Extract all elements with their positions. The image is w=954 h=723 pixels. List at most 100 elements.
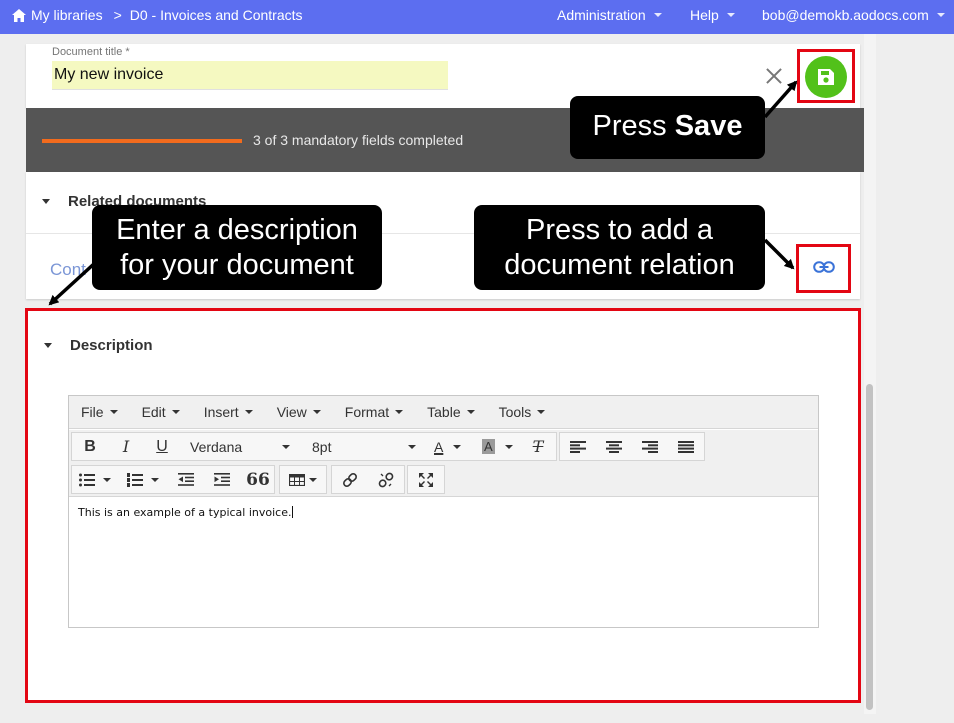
clear-formatting-icon: T (532, 437, 544, 456)
breadcrumb: My libraries > D0 - Invoices and Contrac… (12, 7, 303, 23)
fullscreen-icon (419, 472, 433, 487)
help-menu[interactable]: Help (690, 7, 735, 23)
breadcrumb-separator: > (113, 7, 122, 23)
bullet-list-button[interactable] (72, 466, 118, 493)
description-highlight: Description File Edit Insert View Format… (25, 308, 861, 703)
breadcrumb-library[interactable]: D0 - Invoices and Contracts (130, 7, 303, 23)
chevron-down-icon (103, 477, 111, 482)
unlink-icon (378, 472, 394, 487)
menu-table[interactable]: Table (427, 404, 475, 420)
menu-tools-label: Tools (498, 404, 532, 420)
menu-insert-label: Insert (203, 404, 239, 420)
rich-text-editor: File Edit Insert View Format Table Tools… (68, 395, 819, 628)
progress-fill (42, 139, 242, 143)
description-editor-content[interactable]: This is an example of a typical invoice. (78, 506, 293, 519)
description-header[interactable]: Description (44, 337, 153, 354)
table-button[interactable] (280, 466, 326, 493)
align-right-button[interactable] (632, 433, 668, 460)
caret-down-icon (44, 343, 52, 348)
align-left-button[interactable] (560, 433, 596, 460)
add-relation-line-2: document relation (504, 249, 735, 281)
indent-button[interactable] (204, 466, 240, 493)
outdent-button[interactable] (168, 466, 204, 493)
menu-format[interactable]: Format (344, 404, 404, 420)
user-menu[interactable]: bob@demokb.aodocs.com (762, 7, 945, 23)
text-color-button[interactable]: A (426, 433, 472, 460)
font-family-select[interactable]: Verdana (180, 433, 298, 460)
enter-description-line-1: Enter a description (116, 214, 358, 246)
chevron-down-icon (312, 410, 321, 414)
save-button[interactable] (805, 56, 847, 98)
link-icon[interactable] (813, 260, 835, 274)
font-size-value: 8pt (312, 438, 332, 455)
list-group: 66 (71, 465, 275, 494)
chevron-down-icon (395, 410, 404, 414)
help-label: Help (690, 7, 719, 23)
menu-tools[interactable]: Tools (499, 404, 546, 420)
fullscreen-button[interactable] (408, 466, 444, 493)
chevron-down-icon (453, 444, 462, 449)
chevron-down-icon (408, 444, 416, 449)
menu-insert[interactable]: Insert (204, 404, 253, 420)
home-icon[interactable] (12, 8, 26, 22)
link-group (331, 465, 405, 494)
table-icon (289, 473, 305, 486)
menu-edit-label: Edit (141, 404, 166, 420)
chevron-down-icon (151, 477, 159, 482)
bold-button[interactable]: B (72, 433, 108, 460)
caret-down-icon (42, 199, 50, 204)
description-text: This is an example of a typical invoice. (78, 506, 292, 519)
breadcrumb-my-libraries[interactable]: My libraries (31, 7, 103, 23)
user-email: bob@demokb.aodocs.com (762, 7, 929, 23)
italic-button[interactable]: I (108, 433, 144, 460)
align-justify-icon (678, 440, 694, 453)
outdent-icon (178, 473, 194, 486)
document-title-input[interactable] (52, 61, 448, 90)
underline-button[interactable]: U (144, 433, 180, 460)
press-save-keyword: Save (674, 110, 743, 142)
text-color-icon: A (434, 438, 444, 455)
fullscreen-group (407, 465, 445, 494)
press-save-prefix: Press (592, 110, 675, 142)
chevron-down-icon (244, 410, 253, 414)
numbered-list-button[interactable] (120, 466, 166, 493)
menu-format-label: Format (344, 404, 390, 420)
administration-label: Administration (557, 7, 646, 23)
blockquote-button[interactable]: 66 (240, 466, 276, 493)
menu-file[interactable]: File (81, 404, 118, 420)
indent-icon (214, 473, 230, 486)
enter-description-callout: Enter a description for your document (92, 205, 382, 290)
menu-view-label: View (276, 404, 307, 420)
align-right-icon (642, 440, 658, 453)
bullet-list-icon (79, 473, 95, 486)
related-link[interactable]: Cont (50, 260, 86, 280)
editor-toolbar-row-2: 66 (69, 463, 818, 497)
chevron-down-icon (309, 477, 317, 482)
table-group (279, 465, 327, 494)
font-size-select[interactable]: 8pt (302, 433, 420, 460)
alignment-group (559, 432, 705, 461)
add-relation-callout: Press to add a document relation (474, 205, 765, 290)
format-group: B I U Verdana 8pt A A T (71, 432, 557, 461)
background-color-button[interactable]: A (476, 433, 520, 460)
clear-formatting-button[interactable]: T (520, 433, 556, 460)
menu-table-label: Table (427, 404, 461, 420)
save-highlight (797, 49, 855, 103)
insert-link-button[interactable] (332, 466, 368, 493)
description-heading: Description (70, 337, 153, 354)
chevron-down-icon (936, 13, 945, 17)
align-justify-button[interactable] (668, 433, 704, 460)
editor-toolbar-row-1: B I U Verdana 8pt A A T (69, 430, 818, 463)
floppy-disk-icon (818, 69, 834, 85)
editor-menubar: File Edit Insert View Format Table Tools (69, 396, 818, 429)
align-left-icon (570, 440, 586, 453)
menu-edit[interactable]: Edit (142, 404, 180, 420)
remove-link-button[interactable] (368, 466, 404, 493)
scrollbar-thumb[interactable] (866, 384, 873, 710)
chevron-down-icon (171, 410, 180, 414)
align-center-button[interactable] (596, 433, 632, 460)
administration-menu[interactable]: Administration (557, 7, 662, 23)
close-icon[interactable] (764, 66, 784, 86)
numbered-list-icon (127, 472, 143, 487)
menu-view[interactable]: View (277, 404, 321, 420)
